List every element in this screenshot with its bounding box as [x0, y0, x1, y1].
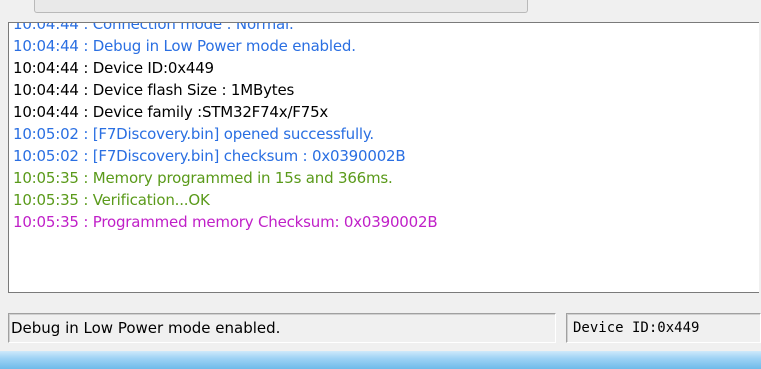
log-window[interactable]: 10:04:44 : Connection mode : Normal. 10:…: [8, 22, 759, 293]
log-line: 10:04:44 : Connection mode : Normal.: [13, 22, 294, 33]
status-message-pane: Debug in Low Power mode enabled.: [8, 313, 556, 343]
log-line: 10:05:02 : [F7Discovery.bin] opened succ…: [13, 125, 374, 143]
log-line: 10:04:44 : Device ID:0x449: [13, 59, 214, 77]
log-line: 10:05:02 : [F7Discovery.bin] checksum : …: [13, 147, 406, 165]
horizontal-scrollbar[interactable]: [34, 0, 528, 13]
log-line: 10:05:35 : Programmed memory Checksum: 0…: [13, 213, 438, 231]
log-line: 10:05:35 : Memory programmed in 15s and …: [13, 169, 393, 187]
log-line: 10:05:35 : Verification...OK: [13, 191, 210, 209]
status-device-id-pane: Device ID:0x449: [566, 313, 761, 343]
log-line: 10:04:44 : Device flash Size : 1MBytes: [13, 81, 295, 99]
status-bar: Debug in Low Power mode enabled. Device …: [0, 303, 761, 351]
top-strip: [0, 0, 761, 22]
log-line: 10:04:44 : Device family :STM32F74x/F75x: [13, 103, 329, 121]
taskbar-strip: [0, 351, 761, 369]
log-line: 10:04:44 : Debug in Low Power mode enabl…: [13, 37, 356, 55]
log-lines: 10:04:44 : Connection mode : Normal. 10:…: [13, 22, 759, 233]
